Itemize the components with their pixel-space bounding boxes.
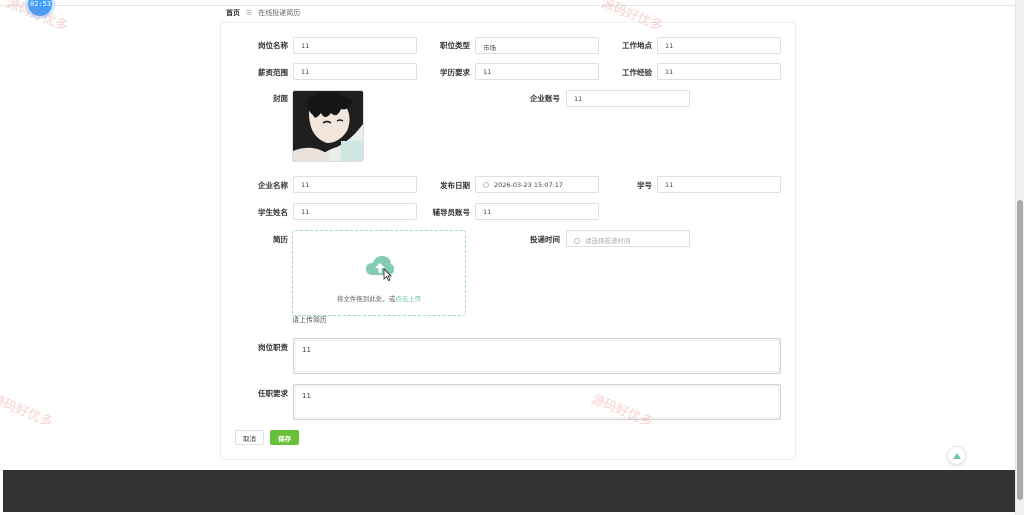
clock-time: 02:53 [30,0,52,8]
student-id-label: 学号 [637,181,652,190]
cover-image[interactable] [292,90,364,162]
company-name-input[interactable]: 11 [293,176,417,193]
position-name-label: 岗位名称 [258,41,288,50]
requirements-label: 任职要求 [258,389,288,398]
upload-click-link[interactable]: 点击上传 [395,295,421,303]
clock-icon [574,238,580,244]
scrollbar[interactable] [1015,0,1024,515]
education-label: 学历要求 [440,68,470,77]
watermark: 源码好优多 [0,392,55,431]
page: 02:53 首页 ☰ 在线投递简历 岗位名称 11 职位类型 市场 工作地点 1… [0,0,1024,515]
company-account-input[interactable]: 11 [566,90,690,107]
student-id-input[interactable]: 11 [657,176,781,193]
upload-hint: 将文件拖到此处，或点击上传 [293,293,465,303]
student-name-input[interactable]: 11 [293,203,417,220]
chevron-up-icon [952,452,961,459]
work-experience-input[interactable]: 11 [657,63,781,80]
delivery-time-picker[interactable]: 请选择投递时间 [566,230,690,247]
page-footer [3,470,1015,512]
advisor-account-input[interactable]: 11 [475,203,599,220]
back-to-top-button[interactable] [947,446,966,465]
save-button[interactable]: 保存 [270,430,299,445]
publish-date-picker[interactable]: 2026-03-23 15:07:17 [475,176,599,193]
clock-icon [483,182,489,188]
education-input[interactable]: 11 [475,63,599,80]
publish-date-value: 2026-03-23 15:07:17 [494,181,564,189]
cover-illustration [293,91,363,161]
duties-textarea[interactable]: 11 [293,338,781,374]
publish-date-label: 发布日期 [440,181,470,190]
upload-tip: 请上传简历 [292,316,327,324]
position-type-label: 职位类型 [440,41,470,50]
upload-hint-text: 将文件拖到此处，或 [336,295,396,303]
salary-range-input[interactable]: 11 [293,63,417,80]
position-type-select[interactable]: 市场 [475,37,599,54]
company-name-label: 企业名称 [258,181,288,190]
cancel-button[interactable]: 取消 [235,430,264,445]
resume-label: 简历 [273,235,288,244]
salary-range-label: 薪资范围 [258,68,288,77]
cloud-upload-icon [366,256,394,281]
breadcrumb-current: 在线投递简历 [258,9,301,17]
cover-label: 封面 [273,94,288,103]
breadcrumb-separator-icon: ☰ [246,9,253,17]
breadcrumb: 首页 ☰ 在线投递简历 [226,8,300,18]
delivery-time-placeholder: 请选择投递时间 [585,237,631,245]
position-name-input[interactable]: 11 [293,37,417,54]
breadcrumb-home[interactable]: 首页 [226,8,240,18]
scrollbar-thumb[interactable] [1017,200,1023,500]
duties-label: 岗位职责 [258,343,288,352]
student-name-label: 学生姓名 [258,208,288,217]
delivery-time-label: 投递时间 [530,235,560,244]
company-account-label: 企业账号 [530,94,560,103]
top-border [0,0,1016,6]
advisor-account-label: 辅导员账号 [432,208,471,217]
work-experience-label: 工作经验 [622,68,652,77]
work-location-label: 工作地点 [622,41,652,50]
resume-upload-dropzone[interactable]: 将文件拖到此处，或点击上传 [292,230,466,316]
requirements-textarea[interactable]: 11 [293,384,781,420]
work-location-input[interactable]: 11 [657,37,781,54]
